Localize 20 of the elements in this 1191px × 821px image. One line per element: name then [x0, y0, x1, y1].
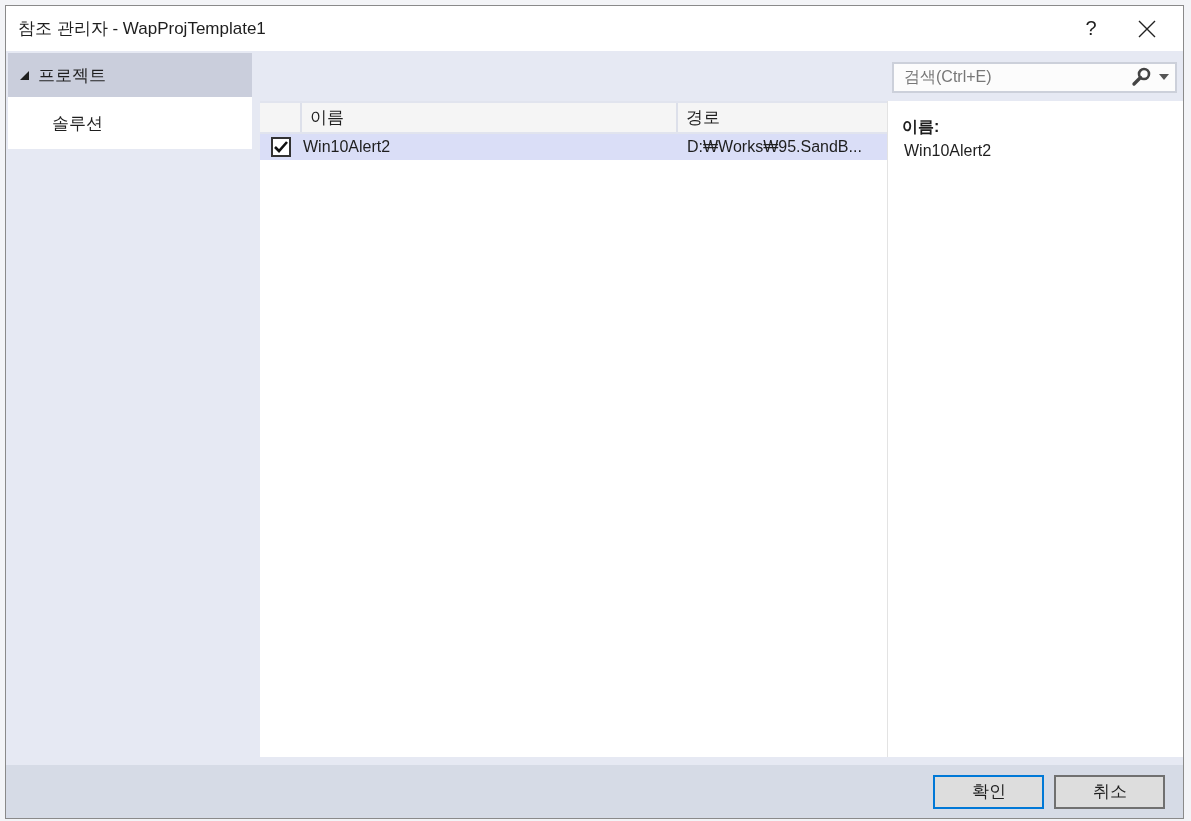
- detail-label: 이름:: [902, 117, 941, 137]
- close-icon[interactable]: [1138, 19, 1156, 38]
- sidebar-item[interactable]: 프로젝트: [8, 53, 252, 97]
- sidebar-item[interactable]: 솔루션: [8, 97, 252, 149]
- search-input[interactable]: 검색(Ctrl+E): [902, 67, 1125, 87]
- dialog-button[interactable]: 확인: [933, 774, 1044, 809]
- checkbox[interactable]: [271, 137, 291, 157]
- table-cell-text: Win10Alert2: [303, 138, 392, 156]
- search-field[interactable]: 검색(Ctrl+E): [892, 61, 1177, 93]
- table-cell-text: D:₩Works₩95.SandB...: [686, 138, 862, 156]
- search-icon[interactable]: [1131, 67, 1153, 87]
- help-button[interactable]: ?: [1063, 6, 1119, 51]
- column-header[interactable]: 경로: [676, 103, 887, 132]
- dropdown-caret-icon[interactable]: [1159, 74, 1169, 80]
- detail-value: Win10Alert2: [903, 142, 993, 160]
- expanded-triangle-icon[interactable]: [18, 69, 30, 81]
- reference-row[interactable]: Win10Alert2 D:₩Works₩95.SandB...: [260, 134, 887, 160]
- dialog-button[interactable]: 취소: [1054, 774, 1165, 809]
- window-title: 참조 관리자 - WapProjTemplate1: [18, 18, 267, 40]
- column-header[interactable]: 이름: [300, 103, 676, 132]
